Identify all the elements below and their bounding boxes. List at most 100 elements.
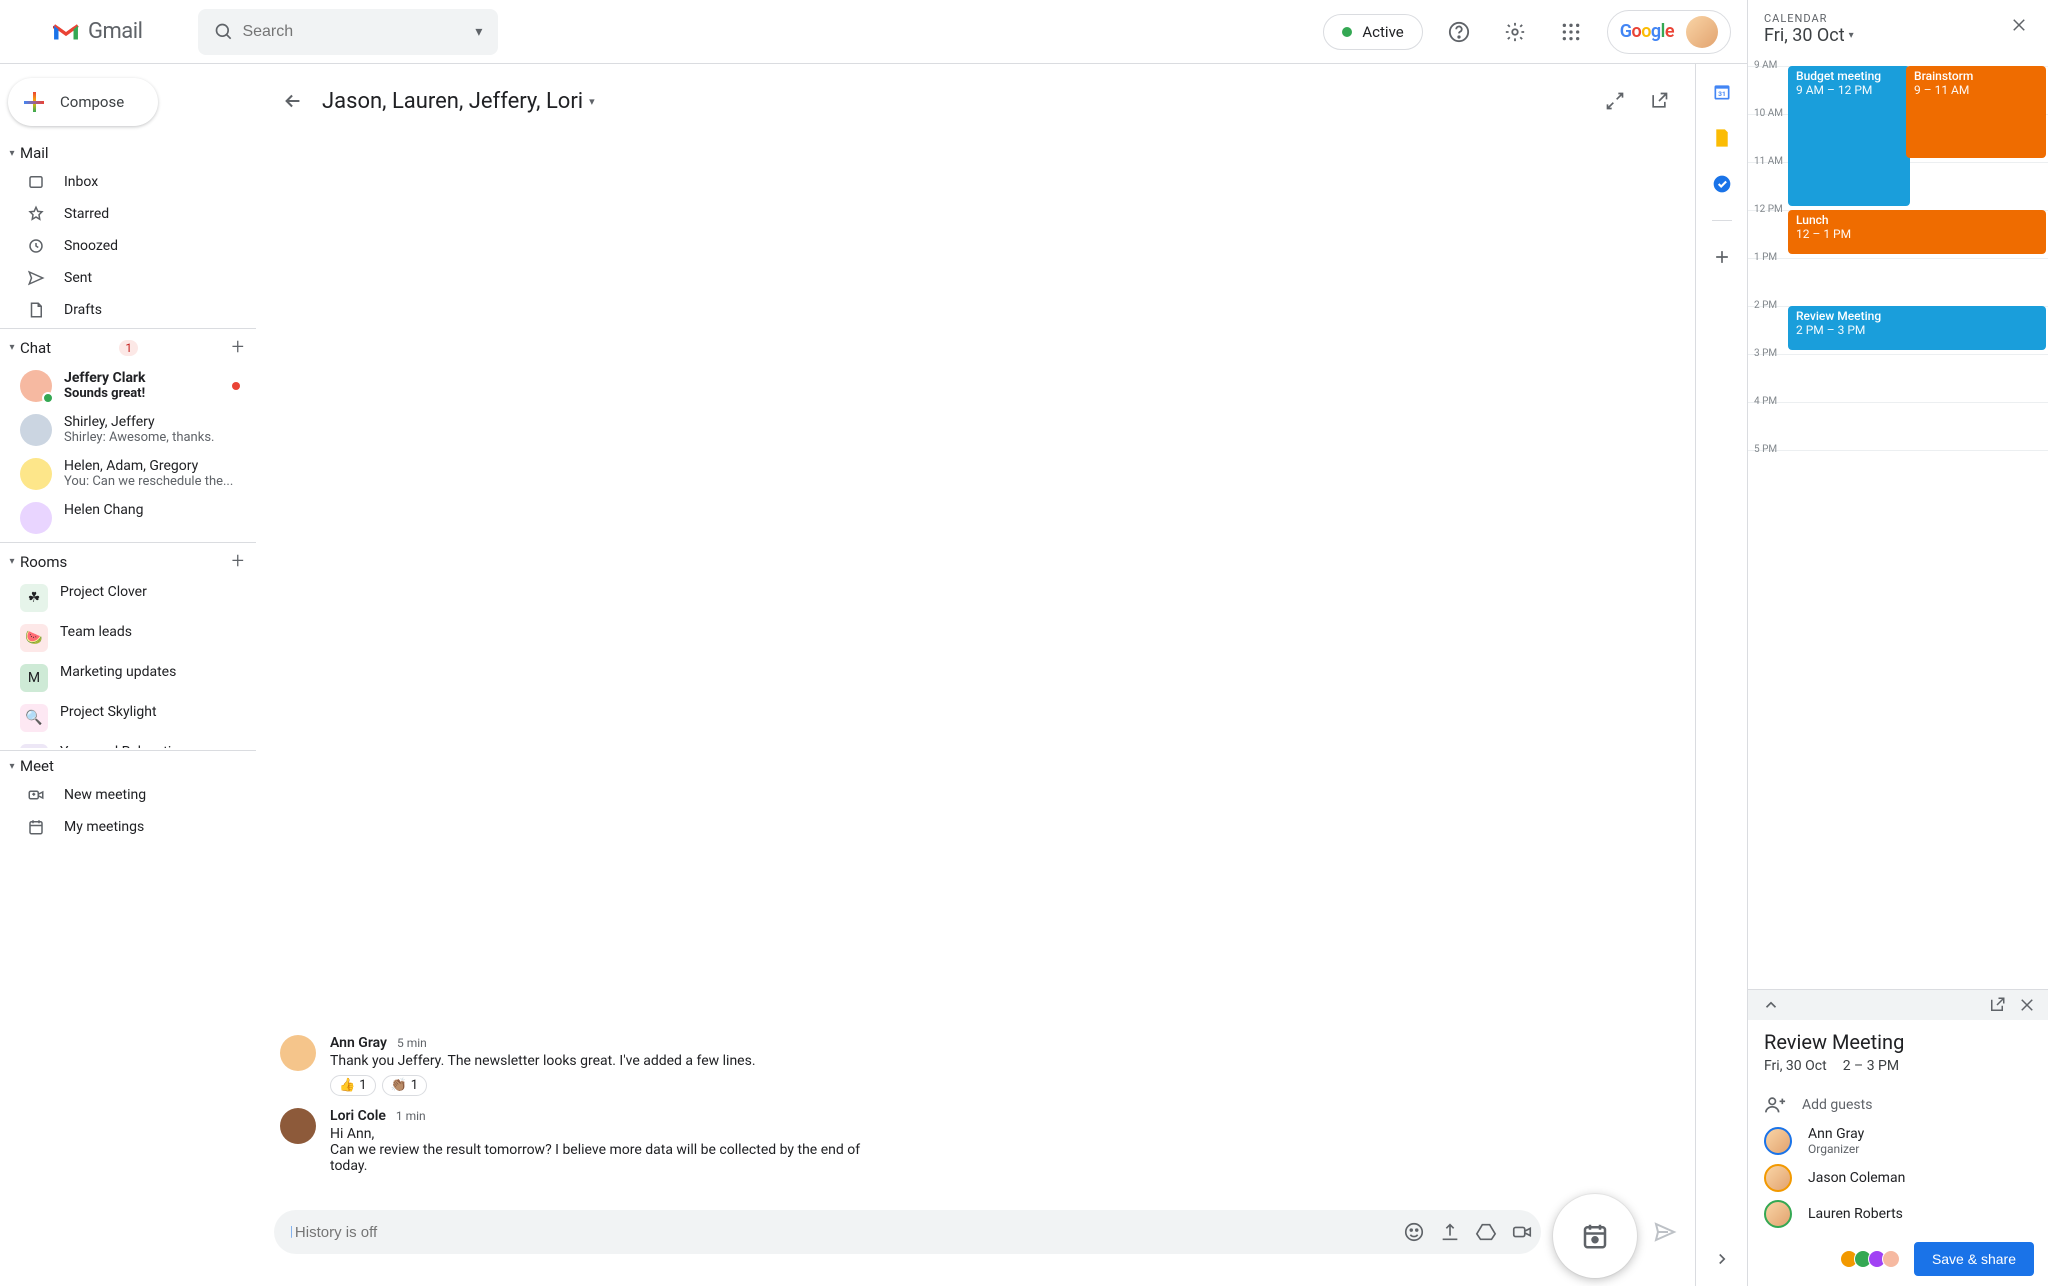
reaction-chip[interactable]: 👍1 <box>330 1075 376 1096</box>
status-chip[interactable]: Active <box>1323 14 1422 50</box>
room-item[interactable]: ☘Project Clover <box>0 578 256 618</box>
mini-avatars <box>1844 1250 1900 1268</box>
support-button[interactable] <box>1439 12 1479 52</box>
new-chat-button[interactable]: + <box>232 335 244 360</box>
chat-message: Lori Cole1 minHi Ann,Can we review the r… <box>280 1108 1671 1174</box>
video-button[interactable] <box>1511 1221 1533 1243</box>
apps-grid-button[interactable] <box>1551 12 1591 52</box>
event-close-button[interactable] <box>2018 996 2036 1014</box>
rail-tasks[interactable] <box>1712 174 1732 194</box>
snoozed-icon <box>26 237 46 255</box>
back-button[interactable] <box>276 84 310 118</box>
nav-inbox[interactable]: Inbox <box>0 166 256 198</box>
room-item[interactable]: 🍉Team leads <box>0 618 256 658</box>
chat-item[interactable]: Helen Chang <box>0 496 256 540</box>
calendar-event[interactable]: Review Meeting2 PM – 3 PM <box>1788 306 2046 350</box>
room-avatar: Y <box>20 744 48 748</box>
meet-new-meeting[interactable]: New meeting <box>0 779 256 811</box>
guest-row[interactable]: Jason Coleman <box>1748 1160 2048 1196</box>
calendar-date-picker[interactable]: Fri, 30 Oct ▾ <box>1764 25 2006 46</box>
account-switcher[interactable]: Google <box>1607 10 1731 54</box>
search-input[interactable] <box>242 23 467 41</box>
chat-avatar <box>20 370 52 402</box>
unread-indicator <box>232 382 240 390</box>
send-button[interactable] <box>1653 1220 1677 1244</box>
emoji-button[interactable] <box>1403 1221 1425 1243</box>
rail-keep[interactable] <box>1712 128 1732 148</box>
svg-text:31: 31 <box>1718 90 1726 98</box>
guest-avatar <box>1764 1200 1792 1228</box>
drive-button[interactable] <box>1475 1221 1497 1243</box>
main-menu-button[interactable] <box>12 20 36 44</box>
status-active-icon <box>1342 27 1352 37</box>
add-guests-button[interactable]: Add guests <box>1748 1082 2048 1122</box>
room-item[interactable]: YYoga and Relaxation <box>0 738 256 748</box>
hour-label: 2 PM <box>1754 300 1777 311</box>
rail-calendar[interactable]: 31 <box>1712 82 1732 102</box>
drafts-icon <box>26 301 46 319</box>
open-new-window-button[interactable] <box>1643 85 1675 117</box>
room-item[interactable]: 🔍Project Skylight <box>0 698 256 738</box>
guest-row[interactable]: Ann GrayOrganizer <box>1748 1122 2048 1160</box>
new-room-button[interactable]: + <box>232 549 244 574</box>
chat-message: Ann Gray5 minThank you Jeffery. The news… <box>280 1035 1671 1096</box>
calendar-event[interactable]: Brainstorm9 – 11 AM <box>1906 66 2046 158</box>
room-item[interactable]: MMarketing updates <box>0 658 256 698</box>
nav-starred[interactable]: Starred <box>0 198 256 230</box>
calendar-event[interactable]: Budget meeting9 AM – 12 PM <box>1788 66 1910 206</box>
caret-down-icon: ▾ <box>589 95 595 108</box>
nav-drafts[interactable]: Drafts <box>0 294 256 326</box>
product-name: Gmail <box>88 19 142 44</box>
upload-button[interactable] <box>1439 1221 1461 1243</box>
guest-row[interactable]: Lauren Roberts <box>1748 1196 2048 1232</box>
conversation-title[interactable]: Jason, Lauren, Jeffery, Lori ▾ <box>322 89 595 114</box>
caret-down-icon: ▾ <box>4 556 20 567</box>
people-icon <box>1764 1094 1786 1116</box>
calendar-fab[interactable] <box>1553 1194 1637 1278</box>
chat-item[interactable]: Helen, Adam, GregoryYou: Can we reschedu… <box>0 452 256 496</box>
starred-icon <box>26 205 46 223</box>
message-avatar <box>280 1108 316 1144</box>
hour-label: 12 PM <box>1754 204 1783 215</box>
chat-item[interactable]: Shirley, JefferyShirley: Awesome, thanks… <box>0 408 256 452</box>
sent-icon <box>26 269 46 287</box>
message-input-field[interactable] <box>295 1224 1403 1241</box>
hour-label: 10 AM <box>1754 108 1783 119</box>
hour-label: 1 PM <box>1754 252 1777 263</box>
chat-item[interactable]: Jeffery ClarkSounds great! <box>0 364 256 408</box>
meet-my-meetings[interactable]: My meetings <box>0 811 256 843</box>
reaction-chip[interactable]: 👏🏽1 <box>382 1075 428 1096</box>
message-input[interactable]: | <box>274 1210 1541 1254</box>
user-avatar[interactable] <box>1686 16 1718 48</box>
caret-down-icon: ▾ <box>4 342 20 353</box>
room-avatar: ☘ <box>20 584 48 612</box>
search-options-dropdown[interactable]: ▾ <box>467 24 490 40</box>
rooms-section-header[interactable]: ▾ Rooms + <box>0 545 256 578</box>
compose-button[interactable]: Compose <box>8 78 158 126</box>
meet-section-header[interactable]: ▾ Meet <box>0 753 256 779</box>
room-avatar: 🔍 <box>20 704 48 732</box>
mail-section-header[interactable]: ▾ Mail <box>0 140 256 166</box>
caret-down-icon: ▾ <box>4 148 20 159</box>
hour-label: 11 AM <box>1754 156 1783 167</box>
caret-down-icon: ▾ <box>4 761 20 772</box>
nav-snoozed[interactable]: Snoozed <box>0 230 256 262</box>
calendar-close-button[interactable] <box>2006 12 2032 38</box>
rail-expand[interactable] <box>1713 1250 1731 1268</box>
search-box[interactable]: ▾ <box>198 9 498 55</box>
event-collapse-button[interactable] <box>1754 996 1988 1014</box>
room-avatar: 🍉 <box>20 624 48 652</box>
gmail-logo[interactable]: Gmail <box>52 19 142 44</box>
nav-sent[interactable]: Sent <box>0 262 256 294</box>
chat-section-header[interactable]: ▾ Chat 1 + <box>0 331 256 364</box>
collapse-button[interactable] <box>1599 85 1631 117</box>
hour-label: 5 PM <box>1754 444 1777 455</box>
rail-add[interactable] <box>1712 247 1732 267</box>
chat-avatar <box>20 414 52 446</box>
event-time: 2 – 3 PM <box>1843 1058 1899 1074</box>
event-open-button[interactable] <box>1988 996 2006 1014</box>
hour-label: 3 PM <box>1754 348 1777 359</box>
settings-button[interactable] <box>1495 12 1535 52</box>
calendar-event[interactable]: Lunch12 – 1 PM <box>1788 210 2046 254</box>
save-share-button[interactable]: Save & share <box>1914 1242 2034 1276</box>
